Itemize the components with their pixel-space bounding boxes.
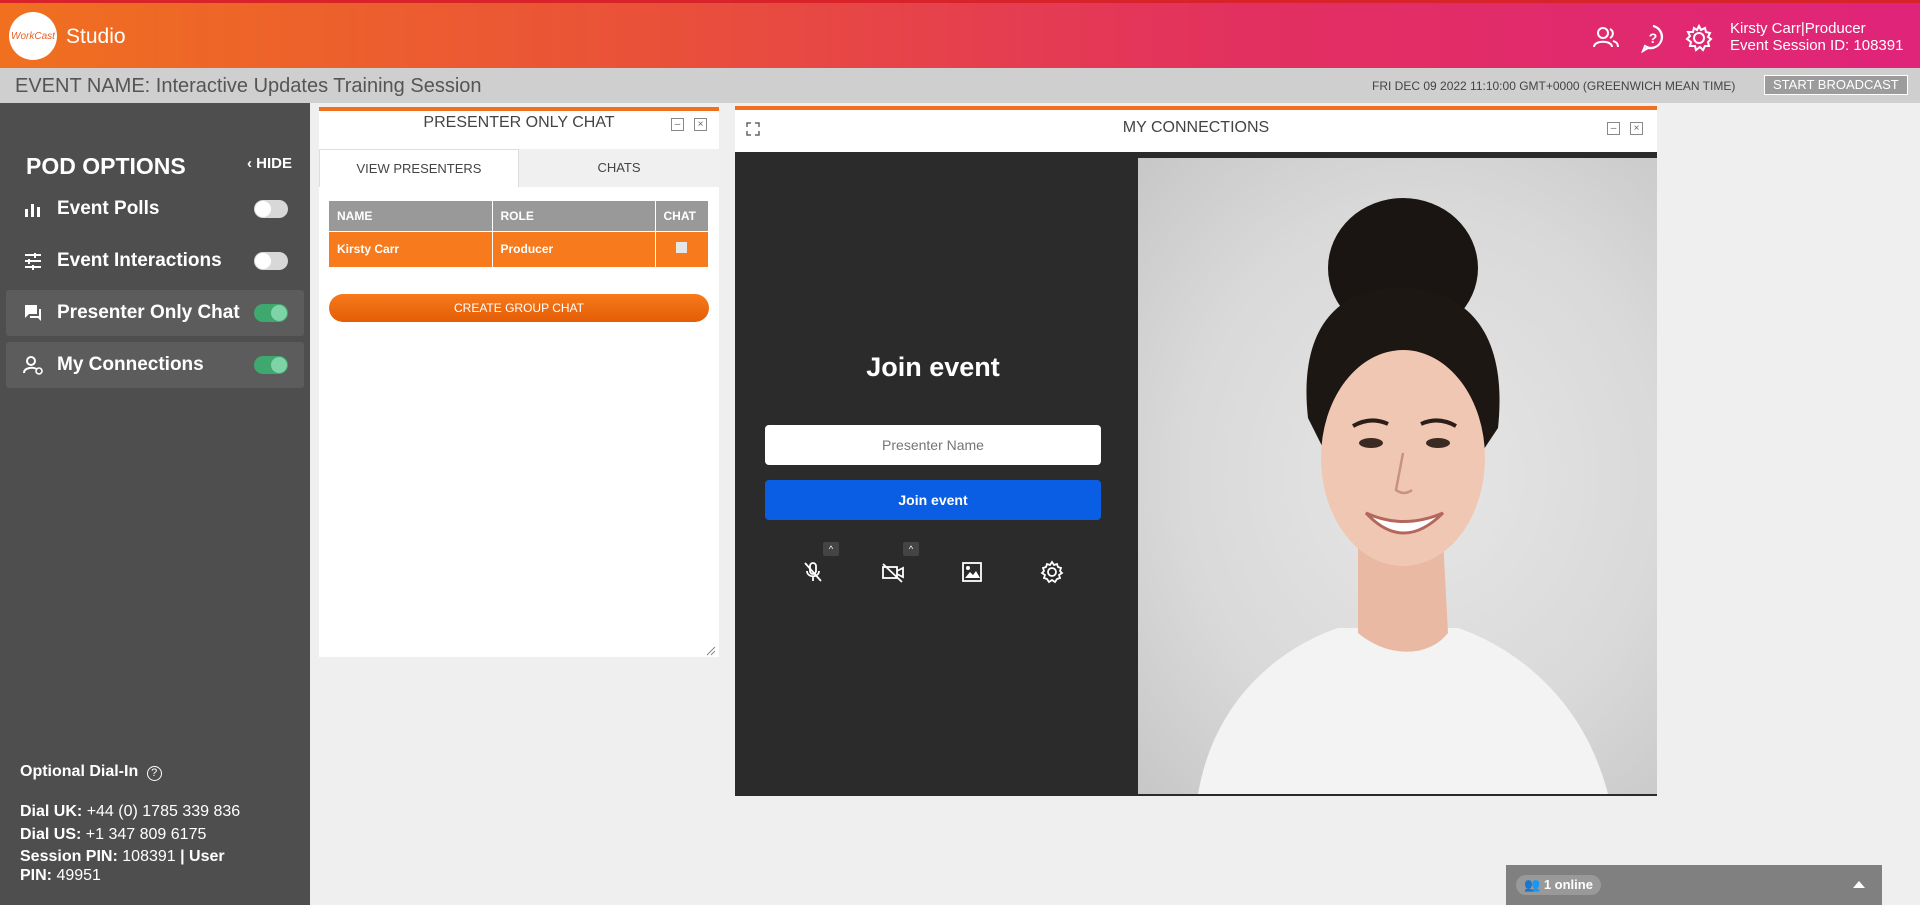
- session-id: Event Session ID: 108391: [1730, 37, 1904, 54]
- camera-options-chevron-icon[interactable]: ^: [903, 542, 919, 556]
- pod-item-label: My Connections: [57, 354, 204, 375]
- dial-in-title: Optional Dial-In ?: [20, 762, 162, 781]
- tab-chats[interactable]: CHATS: [519, 149, 719, 187]
- column-header: ROLE: [492, 201, 656, 231]
- session-pin-value: 108391: [122, 848, 176, 865]
- event-bar: EVENT NAME: Interactive Updates Training…: [0, 68, 1920, 103]
- create-group-chat-button[interactable]: CREATE GROUP CHAT: [329, 294, 709, 322]
- pod-header: MY CONNECTIONS – ×: [735, 110, 1657, 148]
- pod-title: PRESENTER ONLY CHAT: [423, 114, 615, 131]
- resize-handle-icon[interactable]: [706, 646, 716, 656]
- table-row[interactable]: Kirsty Carr Producer: [329, 230, 709, 267]
- dial-us-value: +1 347 809 6175: [85, 826, 207, 843]
- chat-icon: [25, 305, 41, 321]
- dial-uk: Dial UK: +44 (0) 1785 339 836: [20, 802, 240, 821]
- event-name-value: Interactive Updates Training Session: [155, 75, 482, 97]
- connections-body: Join event Join event ^ ^: [735, 152, 1657, 796]
- hide-sidebar-button[interactable]: ‹ HIDE: [247, 155, 292, 172]
- pod-title: MY CONNECTIONS: [1122, 119, 1270, 136]
- presenter-name-input[interactable]: [765, 425, 1101, 465]
- pod-options-title: POD OPTIONS: [26, 153, 186, 179]
- event-datetime: FRI DEC 09 2022 11:10:00 GMT+0000 (GREEN…: [1372, 79, 1736, 93]
- column-header: CHAT: [655, 201, 709, 231]
- pod-item-presenter-only-chat[interactable]: Presenter Only Chat: [6, 290, 304, 336]
- presenter-portrait-image: [1198, 198, 1608, 794]
- camera-off-icon[interactable]: [878, 557, 908, 587]
- pod-options-sidebar: POD OPTIONS ‹ HIDE Event Polls Event Int…: [0, 103, 310, 905]
- sliders-icon: [25, 253, 41, 270]
- close-icon[interactable]: ×: [1630, 122, 1643, 135]
- workcast-logo[interactable]: WorkCast: [9, 12, 57, 60]
- user-pin-value: 49951: [56, 867, 101, 884]
- presenter-video-feed: [1138, 158, 1657, 794]
- table-header: NAME ROLE CHAT: [329, 201, 709, 231]
- dial-uk-value: +44 (0) 1785 339 836: [86, 803, 241, 820]
- dial-us-label: Dial US:: [20, 826, 82, 843]
- my-connections-pod: MY CONNECTIONS – × Join event Join event…: [735, 106, 1657, 796]
- my-connections-toggle[interactable]: [254, 356, 288, 374]
- user-name-role: Kirsty Carr|Producer: [1730, 20, 1866, 37]
- pod-item-my-connections[interactable]: My Connections: [6, 342, 304, 388]
- top-bar: WorkCast Studio ? Kirsty Carr|Producer E…: [0, 0, 1920, 68]
- gear-icon[interactable]: [1684, 23, 1714, 53]
- event-name: EVENT NAME: Interactive Updates Training…: [15, 75, 482, 98]
- presenter-name: Kirsty Carr: [329, 230, 493, 267]
- presenter-only-chat-pod: PRESENTER ONLY CHAT – × VIEW PRESENTERS …: [319, 107, 719, 657]
- info-icon[interactable]: ?: [146, 766, 162, 781]
- svg-text:?: ?: [1649, 30, 1658, 46]
- fullscreen-icon[interactable]: [746, 122, 760, 136]
- user-pin-label-1: User: [189, 848, 225, 865]
- pod-item-label: Event Interactions: [57, 250, 222, 271]
- online-count-badge: 👥 1 online: [1516, 875, 1601, 895]
- session-pin-label: Session PIN:: [20, 848, 118, 865]
- user-info: Kirsty Carr|Producer Event Session ID: 1…: [1730, 20, 1903, 54]
- background-image-icon[interactable]: [957, 557, 987, 587]
- hide-label: HIDE: [256, 155, 293, 172]
- start-broadcast-button[interactable]: START BROADCAST: [1764, 75, 1908, 95]
- presenter-role: Producer: [492, 230, 656, 267]
- microphone-options-chevron-icon[interactable]: ^: [823, 542, 839, 556]
- event-interactions-toggle[interactable]: [254, 252, 288, 270]
- column-header: NAME: [329, 201, 493, 231]
- join-event-button[interactable]: Join event: [765, 480, 1101, 520]
- chat-cell: [655, 230, 709, 267]
- app-title: Studio: [66, 25, 126, 48]
- join-panel: Join event Join event ^ ^: [735, 152, 1131, 796]
- presenter-only-chat-toggle[interactable]: [254, 304, 288, 322]
- settings-gear-icon[interactable]: [1037, 557, 1067, 587]
- bar-chart-icon: [25, 204, 40, 217]
- minimize-icon[interactable]: –: [671, 118, 684, 131]
- close-icon[interactable]: ×: [694, 118, 707, 131]
- event-polls-toggle[interactable]: [254, 200, 288, 218]
- online-users-bar[interactable]: 👥 1 online: [1506, 865, 1882, 905]
- pod-item-event-interactions[interactable]: Event Interactions: [6, 238, 304, 284]
- chevron-left-icon: ‹: [247, 155, 252, 172]
- chat-checkbox[interactable]: [675, 242, 687, 254]
- dial-in-title-text: Optional Dial-In: [20, 763, 139, 780]
- user-pin-label-2: PIN:: [20, 867, 52, 884]
- online-count: 1 online: [1543, 877, 1593, 892]
- session-pins: Session PIN: 108391 | User PIN: 49951: [20, 847, 260, 885]
- pod-item-event-polls[interactable]: Event Polls: [6, 186, 304, 232]
- dial-uk-label: Dial UK:: [20, 803, 83, 820]
- join-event-title: Join event: [866, 352, 1000, 382]
- tab-view-presenters[interactable]: VIEW PRESENTERS: [319, 149, 519, 187]
- pod-item-label: Event Polls: [57, 198, 160, 219]
- pin-separator: |: [180, 848, 185, 865]
- users-icon: 👥: [1524, 877, 1541, 892]
- chevron-up-icon[interactable]: [1852, 879, 1866, 889]
- user-connection-icon: [23, 356, 43, 375]
- chat-tabs: VIEW PRESENTERS CHATS: [319, 149, 719, 187]
- dial-us: Dial US: +1 347 809 6175: [20, 825, 206, 844]
- pod-item-label: Presenter Only Chat: [57, 302, 240, 323]
- pod-header: PRESENTER ONLY CHAT – ×: [319, 111, 719, 137]
- presenters-table: NAME ROLE CHAT Kirsty Carr Producer: [329, 201, 709, 267]
- people-icon[interactable]: [1591, 23, 1621, 53]
- help-icon[interactable]: ?: [1638, 23, 1668, 53]
- minimize-icon[interactable]: –: [1607, 122, 1620, 135]
- microphone-muted-icon[interactable]: [798, 557, 828, 587]
- event-name-label: EVENT NAME:: [15, 75, 151, 97]
